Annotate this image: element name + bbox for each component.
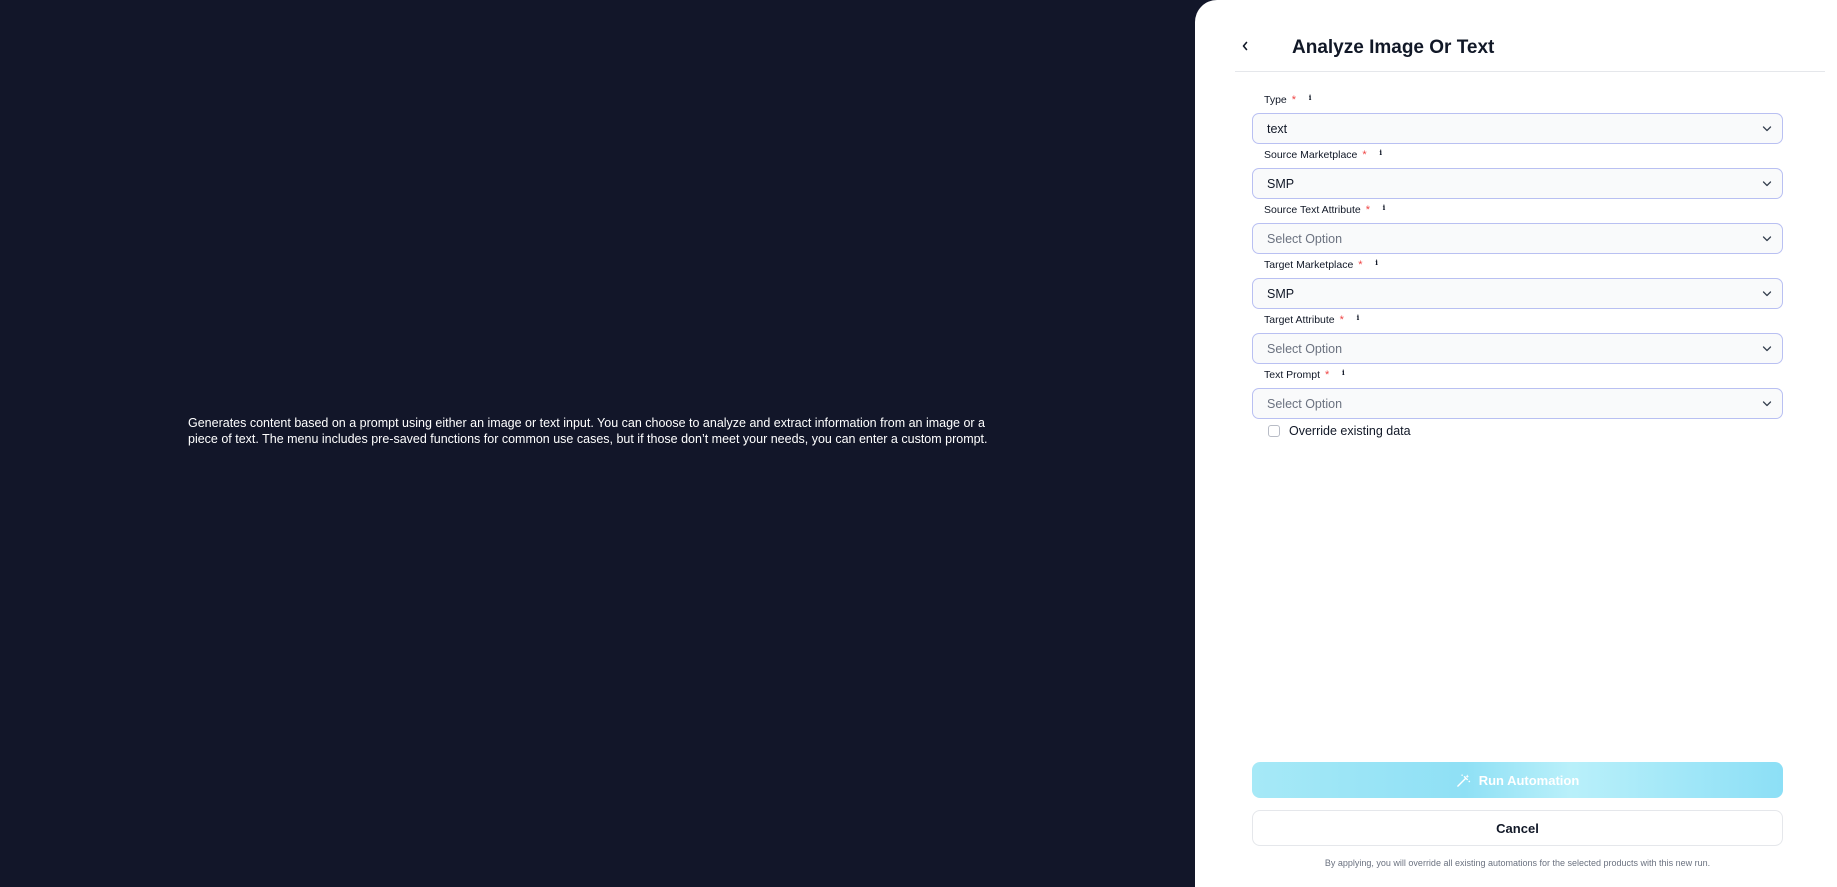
chevron-down-icon: [1762, 399, 1772, 409]
chevron-left-icon: [1241, 38, 1249, 56]
chevron-down-icon: [1762, 124, 1772, 134]
target-attribute-select[interactable]: Select Option: [1252, 333, 1783, 364]
field-type: Type * i text: [1252, 91, 1783, 144]
info-icon[interactable]: i: [1338, 368, 1348, 378]
text-prompt-select[interactable]: Select Option: [1252, 388, 1783, 419]
info-icon[interactable]: i: [1376, 148, 1386, 158]
automation-side-panel: Analyze Image Or Text Type * i text Sour…: [1195, 0, 1837, 887]
field-source-text-attribute: Source Text Attribute * i Select Option: [1252, 201, 1783, 254]
magic-wand-icon: [1456, 773, 1471, 788]
run-automation-button[interactable]: Run Automation: [1252, 762, 1783, 798]
back-button[interactable]: [1235, 36, 1255, 58]
select-placeholder: Select Option: [1267, 231, 1343, 246]
field-target-marketplace: Target Marketplace * i SMP: [1252, 256, 1783, 309]
select-placeholder: Select Option: [1267, 396, 1343, 411]
required-marker: *: [1291, 94, 1297, 106]
field-label: Text Prompt: [1264, 369, 1321, 381]
overlay-backdrop[interactable]: Generates content based on a prompt usin…: [0, 0, 1195, 887]
chevron-down-icon: [1762, 289, 1772, 299]
select-value: SMP: [1267, 286, 1295, 301]
panel-header: Analyze Image Or Text: [1235, 34, 1825, 72]
required-marker: *: [1365, 204, 1370, 216]
override-checkbox[interactable]: [1268, 425, 1280, 437]
select-value: SMP: [1267, 176, 1295, 191]
type-select[interactable]: text: [1252, 113, 1783, 144]
select-value: text: [1267, 121, 1288, 136]
field-label: Type: [1264, 94, 1287, 106]
run-automation-label: Run Automation: [1478, 772, 1580, 788]
cancel-button[interactable]: Cancel: [1252, 810, 1783, 846]
field-label: Target Marketplace: [1264, 259, 1354, 271]
info-icon[interactable]: i: [1379, 203, 1389, 213]
required-marker: *: [1358, 259, 1363, 271]
override-existing-data-option[interactable]: Override existing data: [1268, 424, 1411, 438]
chevron-down-icon: [1762, 179, 1772, 189]
info-icon[interactable]: i: [1305, 93, 1315, 103]
required-marker: *: [1339, 314, 1344, 326]
source-text-attribute-select[interactable]: Select Option: [1252, 223, 1783, 254]
page-title: Analyze Image Or Text: [1292, 37, 1495, 58]
override-disclaimer: By applying, you will override all exist…: [1324, 858, 1711, 868]
select-placeholder: Select Option: [1267, 341, 1343, 356]
automation-description: Generates content based on a prompt usin…: [188, 416, 988, 446]
field-text-prompt: Text Prompt * i Select Option: [1252, 366, 1783, 419]
source-marketplace-select[interactable]: SMP: [1252, 168, 1783, 199]
field-label: Target Attribute: [1264, 314, 1335, 326]
required-marker: *: [1325, 369, 1330, 381]
info-icon[interactable]: i: [1372, 258, 1382, 268]
cancel-label: Cancel: [1496, 820, 1539, 836]
chevron-down-icon: [1762, 234, 1772, 244]
target-marketplace-select[interactable]: SMP: [1252, 278, 1783, 309]
field-source-marketplace: Source Marketplace * i SMP: [1252, 146, 1783, 199]
override-label[interactable]: Override existing data: [1289, 424, 1411, 438]
field-label: Source Text Attribute: [1264, 204, 1361, 216]
info-icon[interactable]: i: [1353, 313, 1363, 323]
required-marker: *: [1362, 149, 1367, 161]
field-label: Source Marketplace: [1264, 149, 1358, 161]
chevron-down-icon: [1762, 344, 1772, 354]
field-target-attribute: Target Attribute * i Select Option: [1252, 311, 1783, 364]
